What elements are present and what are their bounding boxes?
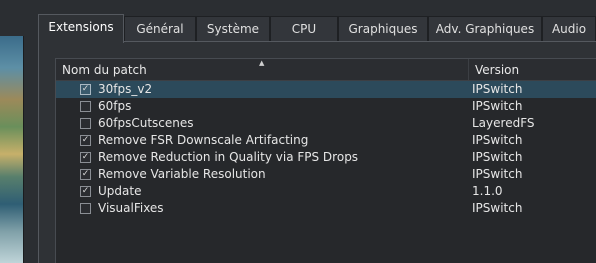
- tab-extensions[interactable]: Extensions: [38, 14, 124, 43]
- tab-graphics[interactable]: Graphiques: [338, 16, 428, 42]
- patch-name: Remove Reduction in Quality via FPS Drop…: [98, 150, 359, 164]
- patch-manager-window: Extensions Général Système CPU Graphique…: [0, 0, 596, 263]
- table-row[interactable]: ✓ Remove Reduction in Quality via FPS Dro…: [56, 149, 596, 166]
- tab-system[interactable]: Système: [196, 16, 270, 42]
- game-thumbnail-image: [0, 36, 24, 263]
- patch-enabled-cell: ✓: [80, 166, 94, 183]
- patch-version: IPSwitch: [472, 99, 523, 113]
- tab-cpu[interactable]: CPU: [270, 16, 338, 42]
- table-row[interactable]: VisualFixes IPSwitch: [56, 200, 596, 217]
- column-header-version[interactable]: Version: [468, 59, 596, 81]
- table-row[interactable]: ✓ Update 1.1.0: [56, 183, 596, 200]
- table-row[interactable]: 60fps IPSwitch: [56, 98, 596, 115]
- patch-enabled-checkbox[interactable]: ✓: [80, 169, 91, 180]
- patch-name: VisualFixes: [98, 201, 164, 215]
- patch-version: IPSwitch: [472, 201, 523, 215]
- patch-enabled-cell: ✓: [80, 81, 94, 98]
- patch-enabled-checkbox[interactable]: ✓: [80, 152, 91, 163]
- patch-enabled-cell: ✓: [80, 132, 94, 149]
- patch-enabled-checkbox[interactable]: [80, 118, 91, 129]
- patch-enabled-cell: [80, 200, 94, 217]
- table-row[interactable]: ✓ Remove Variable Resolution IPSwitch: [56, 166, 596, 183]
- patch-enabled-checkbox[interactable]: ✓: [80, 135, 91, 146]
- patch-version: 1.1.0: [472, 184, 503, 198]
- patch-enabled-checkbox[interactable]: [80, 101, 91, 112]
- table-body: ✓ 30fps_v2 IPSwitch 60fps IPSwitch 60fpsCutsc…: [56, 81, 596, 217]
- patch-enabled-cell: [80, 98, 94, 115]
- tab-audio[interactable]: Audio: [542, 16, 596, 42]
- patch-version: IPSwitch: [472, 133, 523, 147]
- sidebar-divider: [24, 0, 34, 263]
- patch-enabled-checkbox[interactable]: [80, 203, 91, 214]
- settings-tab-bar: Extensions Général Système CPU Graphique…: [38, 14, 596, 43]
- patch-version: IPSwitch: [472, 82, 523, 96]
- patch-version: IPSwitch: [472, 150, 523, 164]
- patch-name: 60fps: [98, 99, 132, 113]
- patch-name: 30fps_v2: [98, 82, 153, 96]
- patch-name: Remove FSR Downscale Artifacting: [98, 133, 309, 147]
- tab-general[interactable]: Général: [124, 16, 196, 42]
- patch-enabled-checkbox[interactable]: ✓: [80, 84, 91, 95]
- table-row[interactable]: ✓ 30fps_v2 IPSwitch: [56, 81, 596, 98]
- tab-adv-graphics[interactable]: Adv. Graphiques: [428, 16, 542, 42]
- table-header: ▲ Nom du patch Version: [56, 59, 596, 81]
- patch-enabled-cell: ✓: [80, 183, 94, 200]
- column-header-patch-name[interactable]: Nom du patch: [56, 59, 468, 81]
- patch-version: LayeredFS: [472, 116, 535, 130]
- table-row[interactable]: 60fpsCutscenes LayeredFS: [56, 115, 596, 132]
- patch-name: Remove Variable Resolution: [98, 167, 266, 181]
- patch-version: IPSwitch: [472, 167, 523, 181]
- patch-enabled-checkbox[interactable]: ✓: [80, 186, 91, 197]
- patch-enabled-cell: ✓: [80, 149, 94, 166]
- extensions-panel: ▲ Nom du patch Version ✓ 30fps_v2 IPSwitch…: [38, 41, 596, 263]
- table-row[interactable]: ✓ Remove FSR Downscale Artifacting IPSwitc…: [56, 132, 596, 149]
- patch-enabled-cell: [80, 115, 94, 132]
- patch-table: ▲ Nom du patch Version ✓ 30fps_v2 IPSwitch…: [55, 58, 596, 263]
- patch-name: 60fpsCutscenes: [98, 116, 194, 130]
- patch-name: Update: [98, 184, 142, 198]
